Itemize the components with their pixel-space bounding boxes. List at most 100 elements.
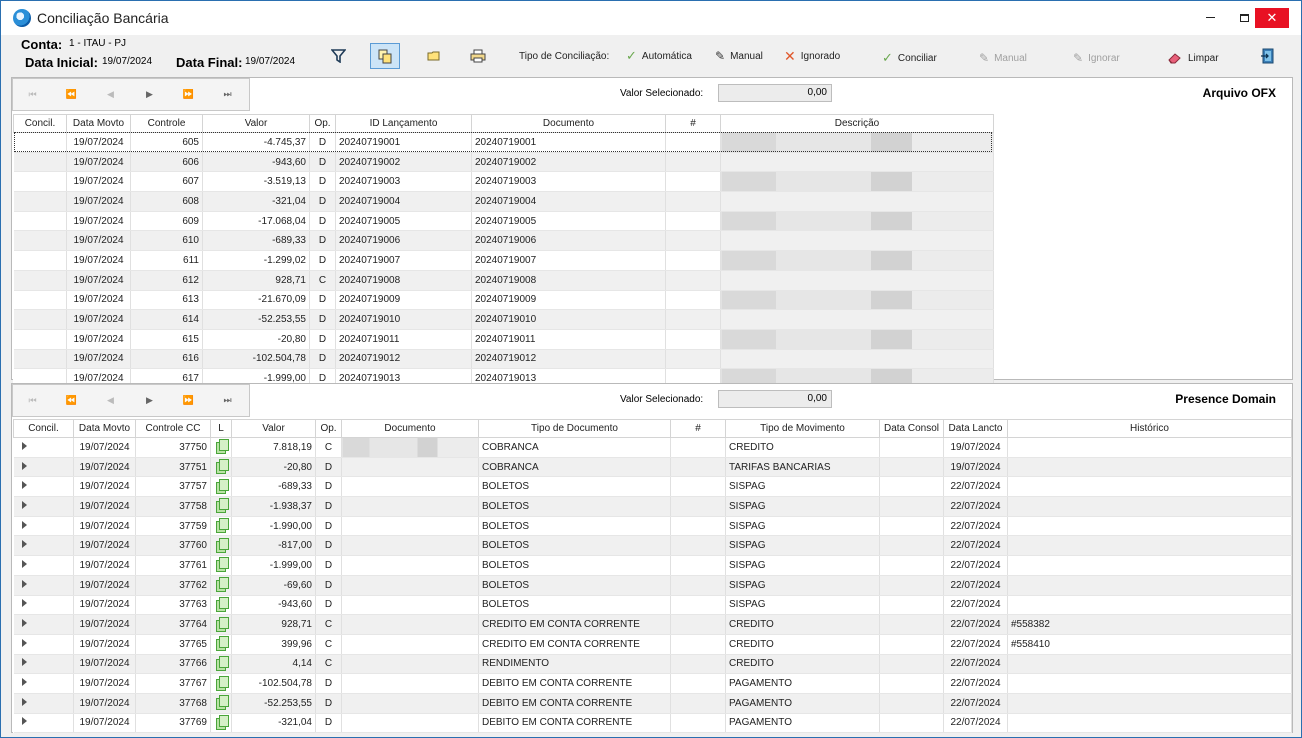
lancamento-link-cell[interactable] [210,693,232,714]
presence-table-row[interactable]: 19/07/2024 37768 -52.253,55 D DEBITO EM CONT… [13,693,1292,714]
ofx-table-row[interactable]: 19/07/2024 612 928,71 C 20240719008 202407190… [13,270,994,291]
first-record-button[interactable]: ⏮ [13,89,52,100]
presence-col-header[interactable]: Data Lancto [943,419,1008,438]
row-expand-icon[interactable] [21,579,27,588]
close-button[interactable]: ✕ [1255,8,1289,28]
row-expand-icon[interactable] [21,520,27,529]
row-expand-cell[interactable] [13,713,74,734]
row-expand-icon[interactable] [21,678,27,687]
ignorar-button[interactable]: ✎ Ignorar [1073,45,1120,71]
ofx-grid[interactable]: Concil. Data Movto Controle Valor Op. ID Lanç… [13,114,994,389]
row-expand-cell[interactable] [13,555,74,576]
ofx-table-row[interactable]: 19/07/2024 608 -321,04 D 20240719004 20240719… [13,191,994,212]
presence-col-header[interactable]: Op. [315,419,342,438]
presence-col-header[interactable]: # [670,419,726,438]
copy-doc-icon[interactable] [215,459,229,475]
ofx-table-row[interactable]: 19/07/2024 606 -943,60 D 20240719002 20240719… [13,152,994,173]
ofx-col-header[interactable]: Controle [130,114,203,133]
row-expand-icon[interactable] [21,697,27,706]
limpar-button[interactable]: Limpar [1167,45,1219,71]
ofx-table-row[interactable]: 19/07/2024 615 -20,80 D 20240719011 202407190… [13,329,994,350]
copy-doc-icon[interactable] [215,577,229,593]
copy-doc-icon[interactable] [215,636,229,652]
presence-table-row[interactable]: 19/07/2024 37750 7.818,19 C COBRANCA CREDITO 1… [13,437,1292,458]
data-inicial-value[interactable]: 19/07/2024 [102,56,152,67]
lancamento-link-cell[interactable] [210,516,232,537]
ofx-table-row[interactable]: 19/07/2024 613 -21.670,09 D 20240719009 20240… [13,290,994,311]
open-folder-button[interactable] [419,43,449,69]
row-expand-icon[interactable] [21,540,27,549]
row-expand-icon[interactable] [21,461,27,470]
copy-doc-icon[interactable] [215,439,229,455]
print-button[interactable] [463,43,493,69]
next-page-button[interactable]: ⏩ [169,89,208,100]
presence-table-row[interactable]: 19/07/2024 37760 -817,00 D BOLETOS SISPAG 22/0… [13,535,1292,557]
row-expand-cell[interactable] [13,535,74,557]
presence-table-row[interactable]: 19/07/2024 37769 -321,04 D DEBITO EM CONTA C… [13,713,1292,734]
lancamento-link-cell[interactable] [210,713,232,734]
copy-doc-icon[interactable] [215,675,229,691]
row-expand-cell[interactable] [13,654,74,675]
prev-page-button[interactable]: ⏪ [52,395,91,406]
filter-button[interactable] [323,43,353,69]
exit-button[interactable] [1253,43,1283,69]
row-expand-icon[interactable] [21,481,27,490]
presence-table-row[interactable]: 19/07/2024 37759 -1.990,00 D BOLETOS SISPAG 22… [13,516,1292,537]
ofx-table-row[interactable]: 19/07/2024 609 -17.068,04 D 20240719005 20240… [13,211,994,232]
copy-doc-icon[interactable] [215,478,229,494]
ofx-table-row[interactable]: 19/07/2024 614 -52.253,55 D 20240719010 20240… [13,309,994,330]
last-record-button[interactable]: ⏭ [208,89,247,100]
copy-doc-icon[interactable] [215,596,229,612]
copy-doc-icon[interactable] [215,518,229,534]
presence-col-header[interactable]: Valor [231,419,316,438]
lancamento-link-cell[interactable] [210,673,232,694]
lancamento-link-cell[interactable] [210,476,232,498]
ofx-col-header[interactable]: Data Movto [66,114,131,133]
ofx-col-header[interactable]: Documento [471,114,666,133]
ofx-col-header[interactable]: Valor [202,114,310,133]
row-expand-icon[interactable] [21,619,27,628]
first-record-button[interactable]: ⏮ [13,395,52,406]
next-record-button[interactable]: ▶ [130,89,169,100]
presence-table-row[interactable]: 19/07/2024 37765 399,96 C CREDITO EM CONTA C… [13,634,1292,655]
row-expand-cell[interactable] [13,634,74,655]
conciliar-button[interactable]: ✓ Conciliar [882,45,937,71]
ofx-col-header[interactable]: ID Lançamento [335,114,472,133]
next-record-button[interactable]: ▶ [130,395,169,406]
row-expand-cell[interactable] [13,457,74,478]
lancamento-link-cell[interactable] [210,654,232,675]
copy-pages-button[interactable] [370,43,400,69]
lancamento-link-cell[interactable] [210,496,232,517]
lancamento-link-cell[interactable] [210,595,232,616]
presence-table-row[interactable]: 19/07/2024 37757 -689,33 D BOLETOS SISPAG 22/0… [13,476,1292,498]
presence-col-header[interactable]: Tipo de Documento [478,419,671,438]
presence-col-header[interactable]: Documento [341,419,479,438]
presence-table-row[interactable]: 19/07/2024 37766 4,14 C RENDIMENTO CREDITO 22/… [13,654,1292,675]
prev-record-button[interactable]: ◀ [91,89,130,100]
row-expand-icon[interactable] [21,658,27,667]
row-expand-icon[interactable] [21,559,27,568]
row-expand-icon[interactable] [21,717,27,726]
copy-doc-icon[interactable] [215,695,229,711]
presence-col-header[interactable]: Data Movto [73,419,136,438]
row-expand-cell[interactable] [13,496,74,517]
data-final-value[interactable]: 19/07/2024 [245,56,295,67]
prev-record-button[interactable]: ◀ [91,395,130,406]
lancamento-link-cell[interactable] [210,575,232,596]
presence-table-row[interactable]: 19/07/2024 37767 -102.504,78 D DEBITO EM CON… [13,673,1292,694]
copy-doc-icon[interactable] [215,655,229,671]
row-expand-cell[interactable] [13,476,74,498]
row-expand-cell[interactable] [13,673,74,694]
presence-col-header[interactable]: Tipo de Movimento [725,419,880,438]
presence-col-header[interactable]: Data Consol [879,419,944,438]
lancamento-link-cell[interactable] [210,457,232,478]
title-bar[interactable]: Conciliação Bancária ✕ [1,1,1301,35]
ofx-table-row[interactable]: 19/07/2024 616 -102.504,78 D 20240719012 2024… [13,349,994,370]
presence-col-header[interactable]: Histórico [1007,419,1292,438]
row-expand-cell[interactable] [13,614,74,635]
presence-col-header[interactable]: L [210,419,232,438]
last-record-button[interactable]: ⏭ [208,395,247,406]
presence-col-header[interactable]: Concil. [13,419,74,438]
prev-page-button[interactable]: ⏪ [52,89,91,100]
row-expand-cell[interactable] [13,575,74,596]
